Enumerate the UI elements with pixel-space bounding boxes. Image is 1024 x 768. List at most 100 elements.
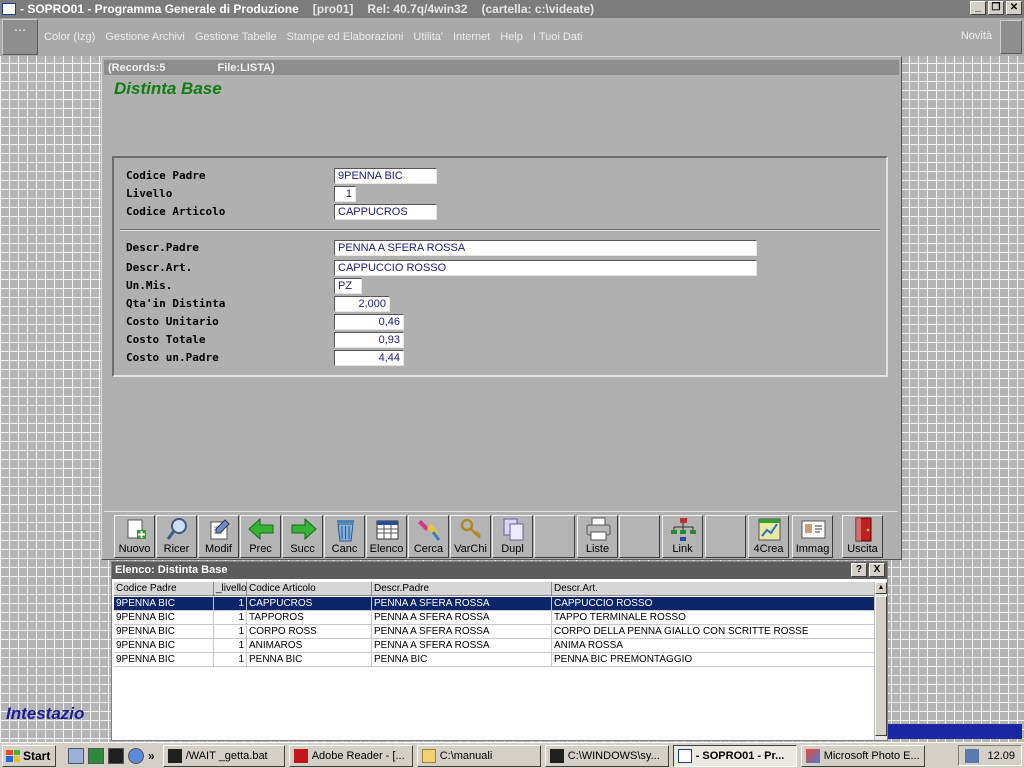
un-mis-field[interactable]: PZ (334, 278, 362, 294)
descr-art-field[interactable]: CAPPUCCIO ROSSO (334, 260, 757, 276)
task-sopro01[interactable]: - SOPRO01 - Pr... (672, 744, 797, 767)
grid-body: 9PENNA BIC 1 CAPPUCROS PENNA A SFERA ROS… (114, 597, 875, 667)
column-descr-padre[interactable]: Descr.Padre (372, 582, 552, 595)
table-row[interactable]: 9PENNA BIC 1 ANIMAROS PENNA A SFERA ROSS… (114, 639, 875, 653)
task-windows-system[interactable]: C:\WINDOWS\sy... (544, 744, 669, 767)
menu-side-button[interactable] (1000, 20, 1022, 54)
command-prompt-icon[interactable] (108, 747, 124, 764)
ricerca-button[interactable]: Ricer (156, 515, 197, 558)
task-wait-getta[interactable]: /WAIT _getta.bat (162, 744, 285, 767)
menu-internet[interactable]: Internet (453, 31, 490, 43)
liste-button[interactable]: Liste (577, 515, 618, 558)
program-code: [pro01] (312, 2, 354, 16)
close-button[interactable]: ✕ (1006, 1, 1022, 15)
menu-bar: ⋯ Color (Izg) Gestione Archivi Gestione … (0, 18, 1024, 56)
chart-create-icon (749, 516, 788, 543)
column-livello[interactable]: _livello (214, 582, 247, 595)
costo-totale-field[interactable]: 0,93 (334, 332, 404, 348)
network-icon[interactable] (965, 748, 980, 763)
arrow-left-icon (241, 516, 280, 543)
notepad-icon[interactable] (68, 747, 84, 764)
costo-padre-label: Costo un.Padre (126, 351, 219, 364)
descr-padre-label: Descr.Padre (126, 241, 199, 254)
menu-novita[interactable]: Novità (961, 30, 992, 42)
list-close-button[interactable]: X (869, 563, 885, 577)
table-row[interactable]: 9PENNA BIC 1 CAPPUCROS PENNA A SFERA ROS… (114, 597, 875, 611)
records-count: (Records:5 (108, 61, 166, 74)
scroll-thumb[interactable] (875, 596, 887, 736)
start-button[interactable]: Start (2, 744, 56, 767)
menu-tuoi-dati[interactable]: I Tuoi Dati (533, 31, 583, 43)
modifica-button[interactable]: Modif (198, 515, 239, 558)
menu-gestione-tabelle[interactable]: Gestione Tabelle (195, 31, 277, 43)
link-button[interactable]: Link (662, 515, 703, 558)
elenco-button[interactable]: Elenco (366, 515, 407, 558)
column-codice-padre[interactable]: Codice Padre (114, 582, 214, 595)
window-title-bar: - SOPRO01 - Programma Generale di Produz… (0, 0, 1024, 18)
app-icon[interactable] (2, 3, 16, 15)
descr-padre-field[interactable]: PENNA A SFERA ROSSA (334, 240, 757, 256)
un-mis-label: Un.Mis. (126, 279, 173, 292)
windows-logo-icon (6, 749, 20, 762)
crea-button[interactable]: 4Crea (748, 515, 789, 558)
system-tray: 12.09 (958, 745, 1022, 766)
costo-unitario-label: Costo Unitario (126, 315, 219, 328)
quick-launch: » (68, 747, 155, 764)
descr-art-label: Descr.Art. (126, 261, 193, 274)
restore-button[interactable]: ❐ (988, 1, 1004, 15)
minimize-button[interactable]: _ (970, 1, 986, 15)
menu-utilita[interactable]: Utilita' (413, 31, 443, 43)
task-photo-editor[interactable]: Microsoft Photo E... (800, 744, 925, 767)
clock[interactable]: 12.09 (987, 750, 1015, 762)
help-button[interactable]: ? (851, 563, 867, 577)
livello-field[interactable]: 1 (334, 186, 356, 202)
codice-articolo-field[interactable]: CAPPUCROS (334, 204, 437, 220)
system-menu-icon[interactable]: ⋯ (2, 19, 38, 55)
console-icon (167, 748, 182, 763)
column-codice-articolo[interactable]: Codice Articolo (247, 582, 372, 595)
empty-toolbar-slot-3 (705, 515, 746, 558)
varchi-button[interactable]: VarChi (450, 515, 491, 558)
release-info: Rel: 40.7q/4win32 (367, 2, 468, 16)
uscita-button[interactable]: Uscita (842, 515, 883, 558)
duplicate-icon (493, 516, 532, 543)
status-bar-fill (888, 724, 1022, 739)
column-descr-art[interactable]: Descr.Art. (552, 582, 875, 595)
excel-icon[interactable] (88, 747, 104, 764)
intestazione-label: Intestazio (6, 704, 85, 723)
livello-label: Livello (126, 187, 173, 200)
app-window-icon (677, 748, 692, 763)
file-name: File:LISTA) (217, 61, 275, 74)
toolbar: Nuovo Ricer Modif Prec Succ Canc Elenco … (104, 511, 898, 559)
image-card-icon (793, 516, 832, 543)
menu-gestione-archivi[interactable]: Gestione Archivi (105, 31, 184, 43)
fields-group: Codice Padre 9PENNA BIC Livello 1 Codice… (112, 156, 888, 377)
precedente-button[interactable]: Prec (240, 515, 281, 558)
costo-unitario-field[interactable]: 0,46 (334, 314, 404, 330)
task-adobe-reader[interactable]: Adobe Reader - [... (288, 744, 413, 767)
photo-editor-icon (805, 748, 820, 763)
menu-color[interactable]: Color (Izg) (44, 31, 95, 43)
successivo-button[interactable]: Succ (282, 515, 323, 558)
duplica-button[interactable]: Dupl (492, 515, 533, 558)
nuovo-button[interactable]: Nuovo (114, 515, 155, 558)
cerca-button[interactable]: Cerca (408, 515, 449, 558)
table-row[interactable]: 9PENNA BIC 1 TAPPOROS PENNA A SFERA ROSS… (114, 611, 875, 625)
menu-stampe[interactable]: Stampe ed Elaborazioni (287, 31, 404, 43)
grid-list-icon (367, 516, 406, 543)
codice-padre-field[interactable]: 9PENNA BIC (334, 168, 437, 184)
table-row[interactable]: 9PENNA BIC 1 CORPO ROSS PENNA A SFERA RO… (114, 625, 875, 639)
edit-document-icon (199, 516, 238, 543)
list-scrollbar[interactable]: ▲ (874, 582, 887, 740)
scroll-up-icon[interactable]: ▲ (875, 582, 887, 594)
qta-distinta-field[interactable]: 2,000 (334, 296, 390, 312)
immagine-button[interactable]: Immag (792, 515, 833, 558)
task-manuali-folder[interactable]: C:\manuali (416, 744, 541, 767)
empty-toolbar-slot-1 (534, 515, 575, 558)
menu-help[interactable]: Help (500, 31, 523, 43)
table-row[interactable]: 9PENNA BIC 1 PENNA BIC PENNA BIC PENNA B… (114, 653, 875, 667)
chevron-more-icon[interactable]: » (148, 749, 155, 763)
cancella-button[interactable]: Canc (324, 515, 365, 558)
costo-padre-field[interactable]: 4,44 (334, 350, 404, 366)
internet-explorer-icon[interactable] (128, 747, 144, 764)
